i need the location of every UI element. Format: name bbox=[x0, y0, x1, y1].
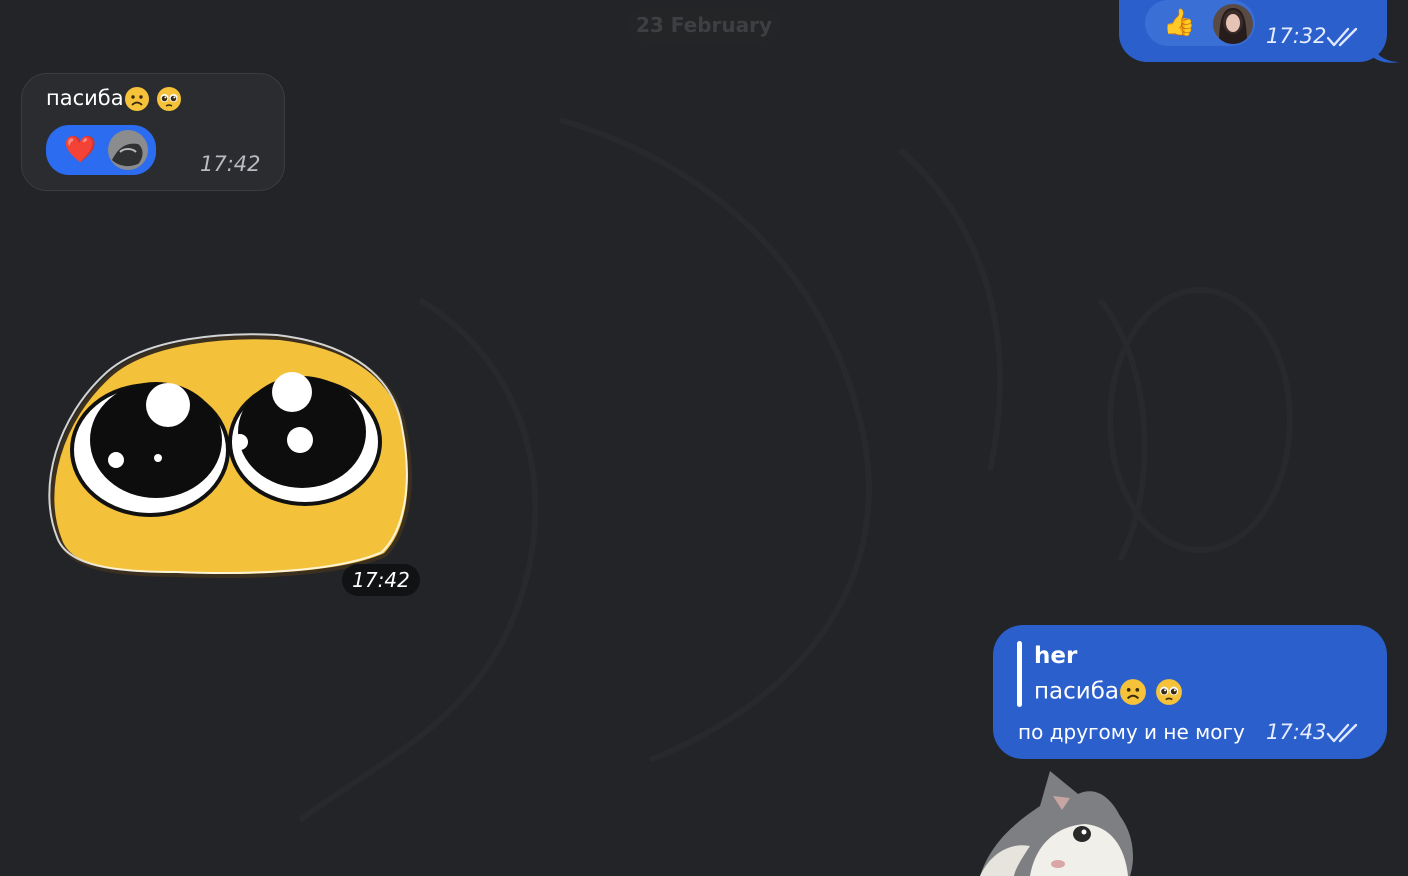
cat-sticker[interactable] bbox=[970, 766, 1140, 876]
message-time: 17:42 bbox=[200, 152, 261, 176]
frowning-face-icon bbox=[124, 87, 149, 111]
message-text: пасиба bbox=[46, 86, 182, 112]
reaction-chip[interactable]: ❤️ bbox=[46, 125, 156, 175]
reactor-avatar bbox=[1213, 4, 1254, 44]
pleading-eyes-sticker[interactable] bbox=[40, 330, 415, 585]
reactor-avatar bbox=[108, 130, 149, 170]
message-text: по другому и не могу bbox=[1018, 720, 1245, 744]
reply-author[interactable]: her bbox=[1034, 643, 1077, 669]
frowning-face-icon bbox=[1120, 679, 1146, 705]
pleading-face-icon bbox=[1156, 679, 1182, 705]
message-time: 17:32 bbox=[1266, 24, 1327, 48]
double-check-icon bbox=[1326, 723, 1358, 743]
date-separator: 23 February bbox=[628, 8, 780, 42]
reaction-chip[interactable]: 👍 bbox=[1145, 0, 1255, 46]
message-time: 17:43 bbox=[1266, 720, 1327, 744]
thumbs-up-icon: 👍 bbox=[1163, 8, 1196, 38]
double-check-icon bbox=[1326, 27, 1358, 47]
bubble-tail bbox=[1370, 40, 1400, 63]
message-time: 17:42 bbox=[342, 564, 420, 596]
pleading-face-icon bbox=[156, 87, 181, 111]
reply-quoted-text[interactable]: пасиба bbox=[1034, 678, 1183, 706]
heart-icon: ❤️ bbox=[64, 135, 97, 165]
reply-quote-bar bbox=[1017, 641, 1022, 707]
